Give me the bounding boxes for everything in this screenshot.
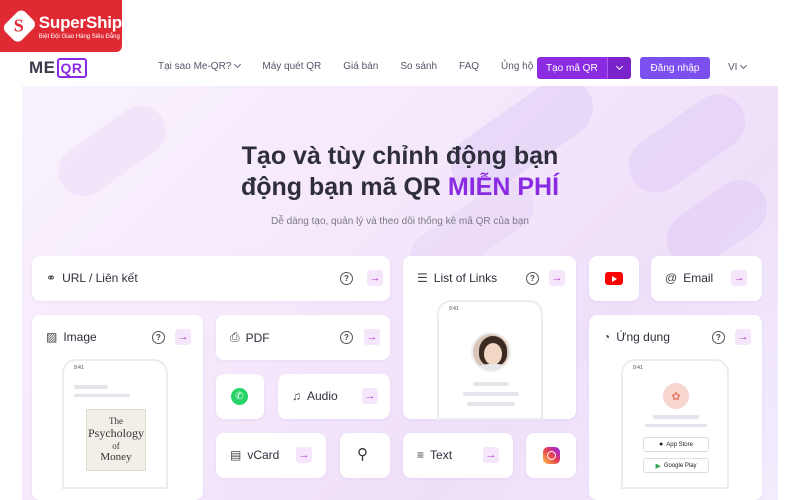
vcard-icon: ▤ bbox=[230, 448, 242, 462]
arrow-right-icon[interactable]: → bbox=[735, 329, 751, 345]
nav-qr-scanner[interactable]: Máy quét QR bbox=[262, 61, 321, 72]
meqr-logo[interactable]: ME QR bbox=[29, 58, 87, 78]
card-location[interactable]: ⚲ bbox=[340, 433, 390, 478]
card-url[interactable]: ⚭ URL / Liên kết ? → bbox=[32, 256, 390, 301]
hero-title-accent: MIỄN PHÍ bbox=[447, 173, 560, 201]
instagram-icon bbox=[543, 447, 560, 464]
language-select[interactable]: VI bbox=[728, 61, 748, 73]
card-whatsapp[interactable]: ✆ bbox=[216, 374, 264, 419]
youtube-icon bbox=[605, 272, 623, 285]
card-image[interactable]: ▨ Image ? → 9:41 The Psychology of Money bbox=[32, 315, 203, 500]
card-audio[interactable]: ♫ Audio → bbox=[278, 374, 390, 419]
card-instagram[interactable] bbox=[526, 433, 576, 478]
avatar bbox=[471, 332, 511, 372]
image-preview: 9:41 The Psychology of Money bbox=[62, 359, 168, 489]
hero-title: Tạo và tùy chỉnh động bạn động bạn mã QR… bbox=[240, 142, 560, 201]
help-icon[interactable]: ? bbox=[712, 331, 725, 344]
arrow-right-icon[interactable]: → bbox=[367, 270, 383, 286]
arrow-right-icon[interactable]: → bbox=[362, 388, 378, 404]
card-vcard[interactable]: ▤ vCard → bbox=[216, 433, 326, 478]
chevron-down-icon bbox=[234, 60, 242, 69]
app-preview: 9:41 ✿ ● App Store ▶ Google Play bbox=[621, 359, 729, 489]
image-icon: ▨ bbox=[46, 330, 58, 344]
hero-subtitle: Dễ dàng tạo, quản lý và theo dõi thống k… bbox=[271, 216, 529, 227]
nav-pricing[interactable]: Giá bán bbox=[343, 61, 378, 72]
create-qr-split-button: Tạo mã QR bbox=[537, 57, 631, 79]
app-icon: ◔ bbox=[603, 330, 611, 344]
book-cover: The Psychology of Money bbox=[86, 409, 146, 471]
card-youtube[interactable] bbox=[589, 256, 639, 301]
card-app[interactable]: ◔ Ứng dụng ? → 9:41 ✿ ● App Store ▶ Google … bbox=[589, 315, 762, 500]
card-email[interactable]: @ Email → bbox=[651, 256, 762, 301]
main-nav: Tại sao Me-QR? Máy quét QR Giá bán So sá… bbox=[158, 60, 555, 72]
music-note-icon: ♫ bbox=[292, 389, 301, 403]
link-icon: ⚭ bbox=[46, 271, 57, 285]
arrow-right-icon[interactable]: → bbox=[483, 447, 499, 463]
card-pdf[interactable]: ⎙ PDF ? → bbox=[216, 315, 390, 360]
hero-section: Tạo và tùy chỉnh động bạn động bạn mã QR… bbox=[22, 86, 778, 500]
nav-faq[interactable]: FAQ bbox=[459, 61, 479, 72]
app-logo-icon: ✿ bbox=[663, 383, 689, 409]
list-of-links-preview: 9:41 bbox=[437, 300, 543, 420]
page: S SuperShip Biệt Đội Giao Hàng Siêu Đẳng… bbox=[0, 0, 800, 500]
text-icon: ≡ bbox=[417, 448, 425, 462]
app-store-badge[interactable]: ● App Store bbox=[643, 437, 709, 452]
arrow-right-icon[interactable]: → bbox=[731, 270, 747, 286]
help-icon[interactable]: ? bbox=[340, 272, 353, 285]
help-icon[interactable]: ? bbox=[526, 272, 539, 285]
play-icon: ▶ bbox=[655, 462, 661, 470]
arrow-right-icon[interactable]: → bbox=[549, 270, 565, 286]
card-text[interactable]: ≡ Text → bbox=[403, 433, 513, 478]
login-button[interactable]: Đăng nhập bbox=[640, 57, 710, 79]
arrow-right-icon[interactable]: → bbox=[364, 329, 380, 345]
nav-why-meqr[interactable]: Tại sao Me-QR? bbox=[158, 60, 242, 72]
create-qr-dropdown-button[interactable] bbox=[606, 57, 631, 79]
chevron-down-icon bbox=[740, 61, 748, 70]
google-play-badge[interactable]: ▶ Google Play bbox=[643, 458, 709, 473]
nav-compare[interactable]: So sánh bbox=[400, 61, 437, 72]
pdf-icon: ⎙ bbox=[230, 330, 240, 344]
nav-support[interactable]: Ủng hộ bbox=[501, 61, 533, 72]
supership-logo-icon: S bbox=[1, 8, 38, 44]
apple-icon: ● bbox=[659, 441, 664, 448]
chevron-down-icon bbox=[615, 62, 623, 70]
list-icon: ☰ bbox=[417, 271, 428, 285]
supership-badge: S SuperShip Biệt Đội Giao Hàng Siêu Đẳng bbox=[0, 0, 122, 52]
supership-name: SuperShip bbox=[38, 12, 122, 32]
create-qr-button[interactable]: Tạo mã QR bbox=[537, 57, 607, 79]
supership-tagline: Biệt Đội Giao Hàng Siêu Đẳng bbox=[38, 33, 120, 40]
whatsapp-icon: ✆ bbox=[231, 388, 248, 405]
arrow-right-icon[interactable]: → bbox=[175, 329, 191, 345]
help-icon[interactable]: ? bbox=[152, 331, 165, 344]
map-pin-icon: ⚲ bbox=[357, 446, 368, 463]
at-icon: @ bbox=[665, 271, 678, 285]
help-icon[interactable]: ? bbox=[340, 331, 353, 344]
arrow-right-icon[interactable]: → bbox=[296, 447, 312, 463]
card-list-of-links[interactable]: ☰ List of Links ? → 9:41 bbox=[403, 256, 576, 420]
